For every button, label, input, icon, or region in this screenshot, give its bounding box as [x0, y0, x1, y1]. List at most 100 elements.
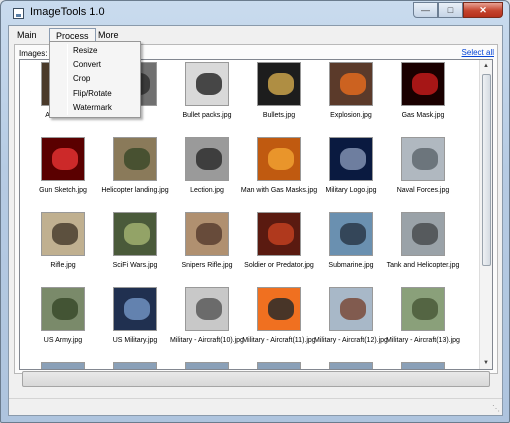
image-tile[interactable]: US Army.jpg: [27, 287, 99, 359]
image-caption: Military - Aircraft(12).jpg: [314, 337, 388, 344]
image-tile[interactable]: [27, 362, 99, 369]
image-caption: Gun Sketch.jpg: [39, 187, 87, 194]
scroll-thumb[interactable]: [482, 74, 491, 266]
resize-grip-icon[interactable]: ⋱: [492, 404, 500, 413]
image-tile[interactable]: [171, 362, 243, 369]
image-tile[interactable]: Gas Mask.jpg: [387, 62, 459, 134]
image-tile[interactable]: Military - Aircraft(13).jpg: [386, 287, 460, 359]
image-thumbnail: [113, 137, 157, 181]
image-caption: Helicopter landing.jpg: [101, 187, 169, 194]
close-icon[interactable]: ✕: [463, 2, 503, 18]
image-tile[interactable]: Submarine.jpg: [315, 212, 387, 284]
image-tile[interactable]: SciFi Wars.jpg: [99, 212, 171, 284]
image-tile[interactable]: Gun Sketch.jpg: [27, 137, 99, 209]
image-caption: Naval Forces.jpg: [396, 187, 450, 194]
image-caption: US Army.jpg: [43, 337, 83, 344]
image-caption: Military Logo.jpg: [325, 187, 377, 194]
image-tile[interactable]: Bullet packs.jpg: [171, 62, 243, 134]
image-thumbnail: [257, 212, 301, 256]
image-thumbnail: [41, 137, 85, 181]
image-tile[interactable]: Rifle.jpg: [27, 212, 99, 284]
images-label: Images:: [19, 49, 48, 58]
image-caption: Bullet packs.jpg: [182, 112, 232, 119]
image-tile[interactable]: Soldier or Predator.jpg: [243, 212, 315, 284]
image-thumbnail: [257, 287, 301, 331]
image-thumbnail: [329, 212, 373, 256]
image-thumbnail: [185, 137, 229, 181]
image-tile[interactable]: Tank and Helicopter.jpg: [387, 212, 459, 284]
image-tile[interactable]: Man with Gas Masks.jpg: [241, 137, 317, 209]
image-tile[interactable]: [387, 362, 459, 369]
image-thumbnail: [329, 362, 373, 369]
image-thumbnail: [41, 212, 85, 256]
image-tile[interactable]: [315, 362, 387, 369]
image-thumbnail: [401, 212, 445, 256]
image-caption: Man with Gas Masks.jpg: [240, 187, 318, 194]
image-thumbnail: [257, 362, 301, 369]
menu-item-crop[interactable]: Crop: [73, 72, 139, 86]
image-thumbnail: [41, 287, 85, 331]
maximize-icon[interactable]: □: [438, 2, 463, 18]
image-thumbnail: [185, 287, 229, 331]
image-thumbnail: [401, 137, 445, 181]
image-tile[interactable]: Snipers Rifle.jpg: [171, 212, 243, 284]
image-caption: Soldier or Predator.jpg: [244, 262, 314, 269]
image-caption: US Military.jpg: [112, 337, 158, 344]
image-thumbnail: [185, 62, 229, 106]
image-caption: SciFi Wars.jpg: [112, 262, 158, 269]
image-tile[interactable]: Lection.jpg: [171, 137, 243, 209]
window-title: ImageTools 1.0: [30, 6, 105, 18]
image-thumbnail: [401, 362, 445, 369]
menu-gutter: [67, 44, 68, 115]
image-thumbnail: [257, 137, 301, 181]
image-thumbnail: [257, 62, 301, 106]
menu-main[interactable]: Main: [11, 28, 43, 43]
image-caption: Explosion.jpg: [330, 112, 372, 119]
image-thumbnail: [113, 362, 157, 369]
image-tile[interactable]: [99, 362, 171, 369]
image-tile[interactable]: [243, 362, 315, 369]
image-thumbnail: [185, 212, 229, 256]
image-caption: Bullets.jpg: [262, 112, 296, 119]
image-tile[interactable]: Military - Aircraft(10).jpg: [170, 287, 244, 359]
menu-item-flip-rotate[interactable]: Flip/Rotate: [73, 87, 139, 101]
image-caption: Rifle.jpg: [50, 262, 76, 269]
image-thumbnail: [401, 287, 445, 331]
image-thumbnail: [185, 362, 229, 369]
image-thumbnail: [329, 137, 373, 181]
image-tile[interactable]: Military Logo.jpg: [315, 137, 387, 209]
image-thumbnail: [329, 287, 373, 331]
image-thumbnail: [113, 212, 157, 256]
window-controls: — □ ✕: [413, 2, 503, 18]
image-caption: Gas Mask.jpg: [401, 112, 445, 119]
image-tile[interactable]: Naval Forces.jpg: [387, 137, 459, 209]
select-all-link[interactable]: Select all: [462, 48, 494, 57]
image-tile[interactable]: Military - Aircraft(11).jpg: [242, 287, 316, 359]
image-thumbnail: [41, 362, 85, 369]
image-caption: Military - Aircraft(11).jpg: [242, 337, 316, 344]
image-caption: Military - Aircraft(13).jpg: [386, 337, 460, 344]
image-thumbnail: [329, 62, 373, 106]
menu-item-resize[interactable]: Resize: [73, 44, 139, 58]
image-caption: Snipers Rifle.jpg: [181, 262, 233, 269]
process-menu-dropdown: Resize Convert Crop Flip/Rotate Watermar…: [49, 41, 141, 118]
image-tile[interactable]: Explosion.jpg: [315, 62, 387, 134]
menu-item-watermark[interactable]: Watermark: [73, 101, 139, 115]
menu-item-convert[interactable]: Convert: [73, 58, 139, 72]
minimize-icon[interactable]: —: [413, 2, 438, 18]
image-tile[interactable]: Helicopter landing.jpg: [99, 137, 171, 209]
image-tile[interactable]: Bullets.jpg: [243, 62, 315, 134]
scroll-down-icon[interactable]: ▼: [480, 357, 492, 369]
vertical-scrollbar[interactable]: ▲ ▼: [479, 60, 492, 369]
status-bar: ⋱: [9, 398, 502, 415]
image-tile[interactable]: US Military.jpg: [99, 287, 171, 359]
scroll-up-icon[interactable]: ▲: [480, 60, 492, 72]
image-tile[interactable]: Military - Aircraft(12).jpg: [314, 287, 388, 359]
image-caption: Lection.jpg: [190, 187, 224, 194]
title-bar[interactable]: ImageTools 1.0 — □ ✕: [1, 1, 509, 25]
image-caption: Tank and Helicopter.jpg: [386, 262, 460, 269]
image-caption: Submarine.jpg: [328, 262, 374, 269]
image-thumbnail: [113, 287, 157, 331]
image-caption: Military - Aircraft(10).jpg: [170, 337, 244, 344]
progress-bar: [22, 371, 490, 387]
